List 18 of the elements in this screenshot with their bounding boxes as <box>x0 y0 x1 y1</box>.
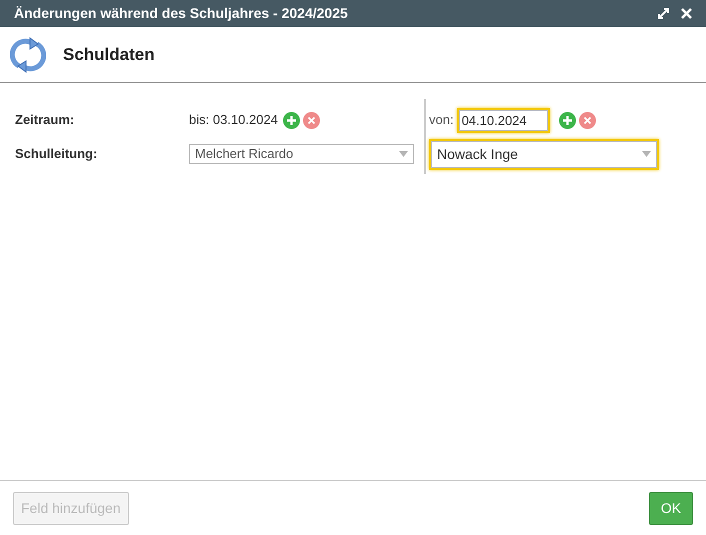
caret-icon <box>399 151 408 157</box>
new-select[interactable]: Nowack Inge <box>431 140 657 168</box>
add-icon[interactable] <box>558 112 576 128</box>
close-icon[interactable] <box>681 8 692 19</box>
remove-icon[interactable] <box>578 112 596 128</box>
period-prefix: von: <box>429 111 454 130</box>
field-label: Zeitraum: <box>15 111 74 130</box>
add-icon[interactable] <box>282 112 300 128</box>
section-title: Schuldaten <box>63 44 155 66</box>
window-title: Änderungen während des Schuljahres - 2024/2025 <box>14 4 349 23</box>
current-period: bis: 03.10.2024 <box>189 111 278 130</box>
field-label: Schulleitung: <box>15 145 98 164</box>
current-select[interactable]: Melchert Ricardo <box>189 144 414 164</box>
refresh-icon <box>10 36 46 72</box>
expand-icon[interactable] <box>658 8 669 19</box>
remove-icon[interactable] <box>302 112 320 128</box>
caret-icon <box>642 151 651 157</box>
date-field[interactable]: 04.10.2024 <box>458 110 548 130</box>
